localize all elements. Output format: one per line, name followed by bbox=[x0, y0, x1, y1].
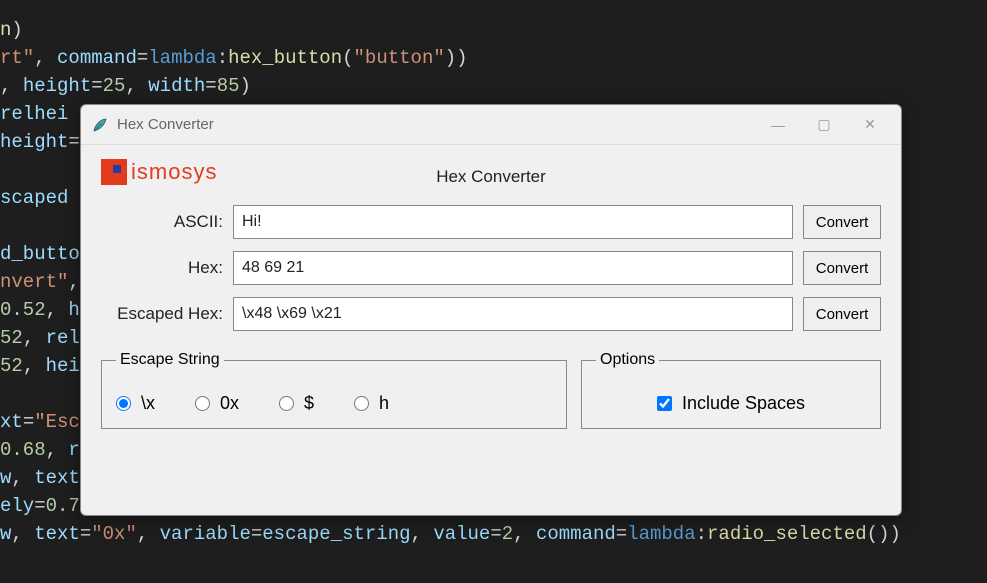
escape-radio-x-input[interactable] bbox=[116, 396, 131, 411]
window-content: ismosys Hex Converter ASCII: Convert Hex… bbox=[81, 145, 901, 515]
ascii-convert-button[interactable]: Convert bbox=[803, 205, 881, 239]
escaped-hex-row: Escaped Hex: Convert bbox=[101, 297, 881, 331]
options-group: Options Include Spaces bbox=[581, 351, 881, 429]
hex-input[interactable] bbox=[233, 251, 793, 285]
ascii-input[interactable] bbox=[233, 205, 793, 239]
ascii-label: ASCII: bbox=[101, 212, 223, 232]
escaped-hex-label: Escaped Hex: bbox=[101, 304, 223, 324]
tk-feather-icon bbox=[91, 116, 109, 134]
titlebar[interactable]: Hex Converter — ▢ ✕ bbox=[81, 105, 901, 145]
escape-string-group: Escape String \x 0x $ bbox=[101, 351, 567, 429]
app-title: Hex Converter bbox=[81, 167, 901, 187]
escape-radio-dollar-label: $ bbox=[304, 393, 314, 414]
options-legend: Options bbox=[596, 351, 659, 369]
hex-label: Hex: bbox=[101, 258, 223, 278]
escape-radio-x[interactable]: \x bbox=[116, 393, 155, 414]
escaped-hex-input[interactable] bbox=[233, 297, 793, 331]
escape-radio-h-input[interactable] bbox=[354, 396, 369, 411]
window-title: Hex Converter bbox=[117, 116, 214, 133]
escape-radio-0x-input[interactable] bbox=[195, 396, 210, 411]
include-spaces-option[interactable]: Include Spaces bbox=[596, 393, 866, 414]
escaped-hex-convert-button[interactable]: Convert bbox=[803, 297, 881, 331]
hex-row: Hex: Convert bbox=[101, 251, 881, 285]
include-spaces-label: Include Spaces bbox=[682, 393, 805, 414]
hex-converter-window: Hex Converter — ▢ ✕ ismosys Hex Converte… bbox=[80, 104, 902, 516]
escape-string-legend: Escape String bbox=[116, 351, 224, 369]
escape-radio-0x[interactable]: 0x bbox=[195, 393, 239, 414]
maximize-button[interactable]: ▢ bbox=[801, 105, 847, 145]
escape-radio-h-label: h bbox=[379, 393, 389, 414]
escape-radio-0x-label: 0x bbox=[220, 393, 239, 414]
close-button[interactable]: ✕ bbox=[847, 105, 893, 145]
hex-convert-button[interactable]: Convert bbox=[803, 251, 881, 285]
escape-radio-dollar[interactable]: $ bbox=[279, 393, 314, 414]
include-spaces-checkbox[interactable] bbox=[657, 396, 672, 411]
minimize-button[interactable]: — bbox=[755, 105, 801, 145]
escape-radio-h[interactable]: h bbox=[354, 393, 389, 414]
escape-radio-dollar-input[interactable] bbox=[279, 396, 294, 411]
escape-radio-x-label: \x bbox=[141, 393, 155, 414]
ascii-row: ASCII: Convert bbox=[101, 205, 881, 239]
